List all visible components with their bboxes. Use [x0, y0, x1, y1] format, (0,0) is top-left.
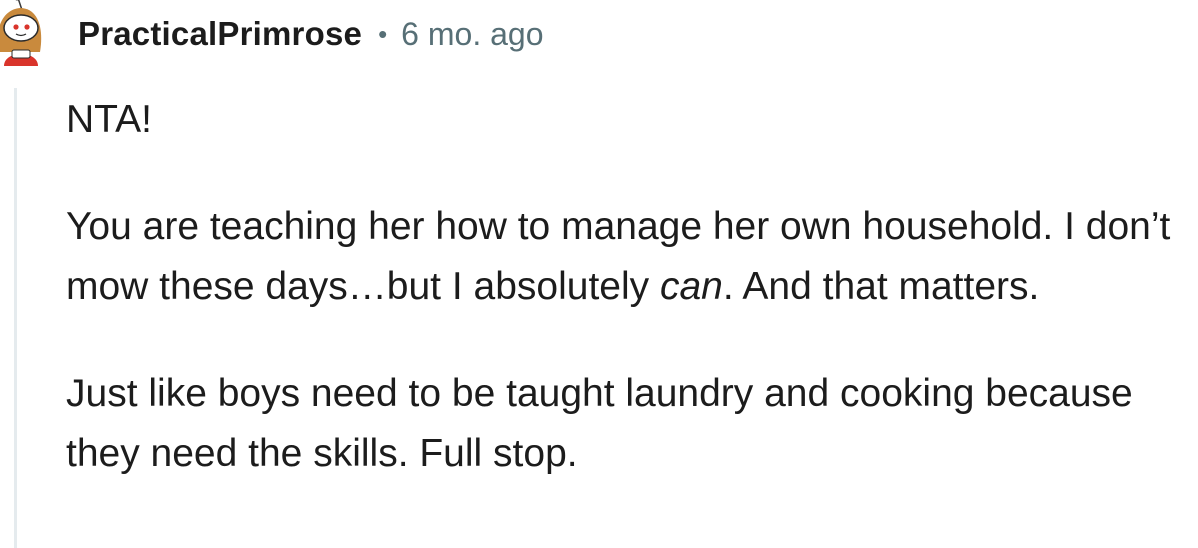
paragraph-text: . And that matters.	[722, 265, 1040, 308]
comment-author[interactable]: PracticalPrimrose	[78, 15, 362, 53]
paragraph-text: Just like boys need to be taught laundry…	[66, 372, 1133, 475]
thread-line[interactable]	[14, 88, 17, 548]
meta-separator: •	[378, 18, 388, 49]
comment-header: PracticalPrimrose • 6 mo. ago	[78, 12, 543, 56]
comment-paragraph: NTA!	[66, 90, 1191, 150]
comment-paragraph: Just like boys need to be taught laundry…	[66, 364, 1191, 484]
emphasis-text: can	[659, 265, 723, 308]
snoo-avatar-icon[interactable]	[0, 0, 48, 66]
paragraph-text: NTA!	[66, 98, 152, 141]
comment-timestamp[interactable]: 6 mo. ago	[401, 16, 543, 53]
comment-paragraph: You are teaching her how to manage her o…	[66, 197, 1191, 317]
comment-body: NTA! You are teaching her how to manage …	[66, 90, 1191, 531]
